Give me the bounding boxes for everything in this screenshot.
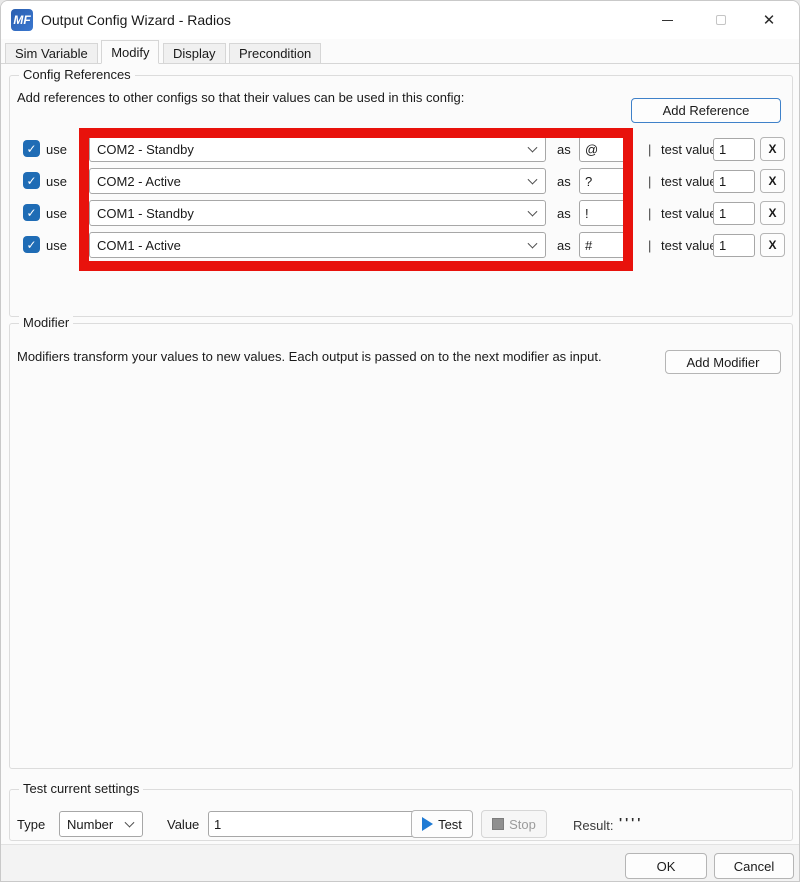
close-icon: ✕ [763,13,776,28]
config-reference-select[interactable]: COM1 - Active [89,232,546,258]
remove-reference-button[interactable]: X [760,137,785,161]
result-value: '''' [619,815,643,830]
use-label: use [46,206,67,221]
output-config-wizard-window: MF Output Config Wizard - Radios ✕ Sim V… [0,0,800,882]
test-value-input[interactable] [713,234,755,257]
tab-precondition[interactable]: Precondition [229,43,321,64]
pipe-separator: | [648,174,651,189]
alias-input[interactable] [579,168,627,194]
add-reference-button[interactable]: Add Reference [631,98,781,123]
window-title: Output Config Wizard - Radios [41,1,231,39]
play-icon [422,817,433,831]
alias-input[interactable] [579,232,627,258]
config-references-title: Config References [19,67,135,83]
test-value-label: test value [661,238,717,253]
test-value-input[interactable] [713,170,755,193]
stop-button[interactable]: Stop [481,810,547,838]
as-label: as [557,238,571,253]
use-label: use [46,238,67,253]
minimize-button[interactable] [645,1,689,39]
titlebar: MF Output Config Wizard - Radios ✕ [1,1,799,39]
test-button-label: Test [438,817,462,832]
maximize-icon [716,15,726,25]
config-reference-row: ✓ use COM2 - Active as | test value X [1,168,799,195]
as-label: as [557,142,571,157]
pipe-separator: | [648,206,651,221]
use-checkbox[interactable]: ✓ [23,236,40,253]
config-reference-value: COM2 - Active [97,174,181,189]
check-icon: ✓ [26,143,36,155]
minimize-icon [662,20,673,21]
chevron-down-icon [125,818,135,828]
test-value-label: test value [661,142,717,157]
pipe-separator: | [648,238,651,253]
chevron-down-icon [528,143,538,153]
remove-reference-button[interactable]: X [760,169,785,193]
config-references-description: Add references to other configs so that … [17,90,464,105]
config-reference-select[interactable]: COM2 - Active [89,168,546,194]
cancel-button[interactable]: Cancel [714,853,794,879]
type-label: Type [17,817,45,832]
config-reference-value: COM1 - Standby [97,206,194,221]
chevron-down-icon [528,175,538,185]
use-checkbox[interactable]: ✓ [23,140,40,157]
add-modifier-button[interactable]: Add Modifier [665,350,781,374]
test-value-label: test value [661,206,717,221]
maximize-button [699,1,743,39]
config-reference-row: ✓ use COM1 - Standby as | test value X [1,200,799,227]
tab-display[interactable]: Display [163,43,226,64]
stop-icon [492,818,504,830]
chevron-down-icon [528,239,538,249]
close-button[interactable]: ✕ [747,1,791,39]
type-select-value: Number [67,817,113,832]
tab-sim-variable[interactable]: Sim Variable [5,43,98,64]
use-checkbox[interactable]: ✓ [23,172,40,189]
as-label: as [557,174,571,189]
test-value-label: test value [661,174,717,189]
check-icon: ✓ [26,175,36,187]
test-button[interactable]: Test [411,810,473,838]
modifier-description: Modifiers transform your values to new v… [17,349,602,364]
chevron-down-icon [528,207,538,217]
value-label: Value [167,817,199,832]
config-reference-value: COM1 - Active [97,238,181,253]
config-reference-value: COM2 - Standby [97,142,194,157]
ok-button[interactable]: OK [625,853,707,879]
use-label: use [46,174,67,189]
alias-input[interactable] [579,136,627,162]
as-label: as [557,206,571,221]
use-checkbox[interactable]: ✓ [23,204,40,221]
config-reference-row: ✓ use COM2 - Standby as | test value X [1,136,799,163]
config-reference-select[interactable]: COM2 - Standby [89,136,546,162]
alias-input[interactable] [579,200,627,226]
modifier-title: Modifier [19,315,73,331]
tab-modify[interactable]: Modify [101,40,159,64]
test-settings-title: Test current settings [19,781,143,797]
modifier-group: Modifier [9,323,793,769]
result-label: Result: [573,818,613,833]
config-reference-row: ✓ use COM1 - Active as | test value X [1,232,799,259]
stop-button-label: Stop [509,817,536,832]
check-icon: ✓ [26,207,36,219]
test-value-input[interactable] [713,138,755,161]
check-icon: ✓ [26,239,36,251]
use-label: use [46,142,67,157]
config-reference-select[interactable]: COM1 - Standby [89,200,546,226]
type-select[interactable]: Number [59,811,143,837]
remove-reference-button[interactable]: X [760,201,785,225]
remove-reference-button[interactable]: X [760,233,785,257]
test-value-input[interactable] [713,202,755,225]
pipe-separator: | [648,142,651,157]
tab-strip: Sim Variable Modify Display Precondition [1,40,799,64]
app-logo-icon: MF [11,9,33,31]
